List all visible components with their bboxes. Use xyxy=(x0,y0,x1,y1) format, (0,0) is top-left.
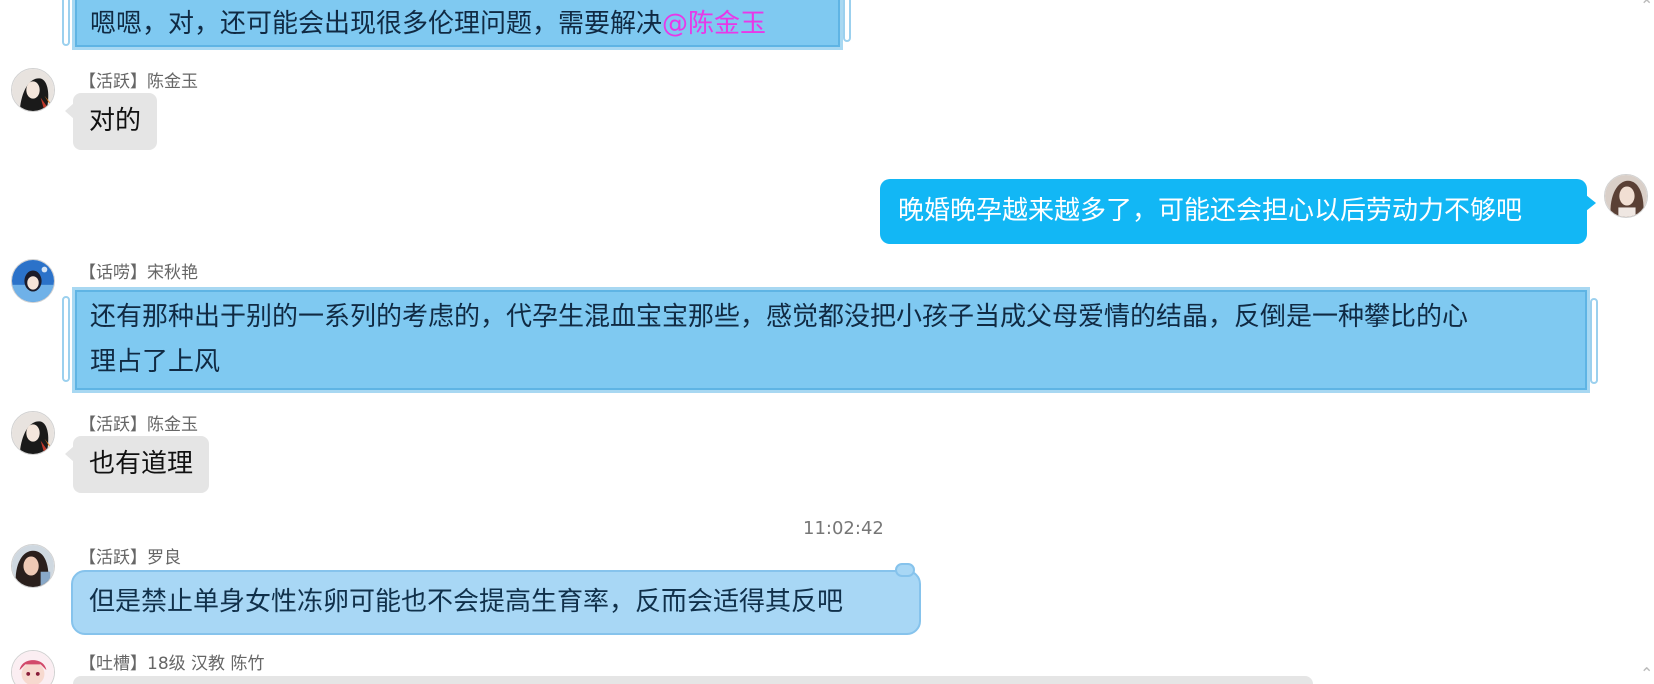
sender-name: 【活跃】罗良 xyxy=(79,548,181,568)
sender-name: 【吐槽】18级 汉教 陈竹 xyxy=(79,654,265,674)
message-text: 也有道理 xyxy=(89,449,194,479)
bubble-cloud-ornament xyxy=(895,563,915,577)
message-bubble[interactable]: 也有道理 xyxy=(64,436,210,493)
message-bubble-self[interactable]: 晚婚晚孕越来越多了，可能还会担心以后劳动力不够吧 xyxy=(880,179,1596,244)
message-text: 晚婚晚孕越来越多了，可能还会担心以后劳动力不够吧 xyxy=(898,196,1523,226)
mention-link[interactable]: @陈金玉 xyxy=(662,9,766,39)
sender-name: 【活跃】陈金玉 xyxy=(79,415,198,435)
sender-name: 【活跃】陈金玉 xyxy=(79,72,198,92)
message-text-line: 理占了上风 xyxy=(90,347,221,377)
bubble-frame-right xyxy=(843,0,851,42)
message-text: 嗯嗯，对，还可能会出现很多伦理问题，需要解决 xyxy=(90,9,663,39)
avatar-self[interactable] xyxy=(1604,174,1648,218)
message-text: 但是禁止单身女性冻卵可能也不会提高生育率，反而会适得其反吧 xyxy=(89,587,844,617)
message-text-line: 还有那种出于别的一系列的考虑的，代孕生混血宝宝那些，感觉都没把小孩子当成父母爱情… xyxy=(90,302,1469,332)
avatar[interactable] xyxy=(11,68,55,112)
sender-name: 【话唠】宋秋艳 xyxy=(79,263,198,283)
avatar[interactable] xyxy=(11,650,55,684)
scroll-edge-icon: ⌃ xyxy=(1640,0,1654,15)
timestamp: 11:02:42 xyxy=(803,518,884,539)
message-bubble[interactable]: 还有那种出于别的一系列的考虑的，代孕生混血宝宝那些，感觉都没把小孩子当成父母爱情… xyxy=(72,287,1590,393)
avatar[interactable] xyxy=(11,544,55,588)
message-bubble[interactable]: 嗯嗯，对，还可能会出现很多伦理问题，需要解决@陈金玉 xyxy=(72,0,843,50)
chat-message-list[interactable]: 嗯嗯，对，还可能会出现很多伦理问题，需要解决@陈金玉 【活跃】陈金玉 对的 晚婚… xyxy=(0,0,1654,684)
bubble-frame-left xyxy=(62,0,70,46)
bubble-frame-right xyxy=(1590,298,1598,384)
scroll-edge-icon: ⌃ xyxy=(1640,664,1654,683)
message-bubble[interactable]: 对的 xyxy=(64,93,158,150)
avatar[interactable] xyxy=(11,259,55,303)
bubble-frame-left xyxy=(62,296,70,382)
message-bubble[interactable]: 但是禁止单身女性冻卵可能也不会提高生育率，反而会适得其反吧 xyxy=(71,570,921,635)
message-bubble[interactable] xyxy=(73,676,1313,684)
avatar[interactable] xyxy=(11,411,55,455)
message-text: 对的 xyxy=(89,106,142,136)
